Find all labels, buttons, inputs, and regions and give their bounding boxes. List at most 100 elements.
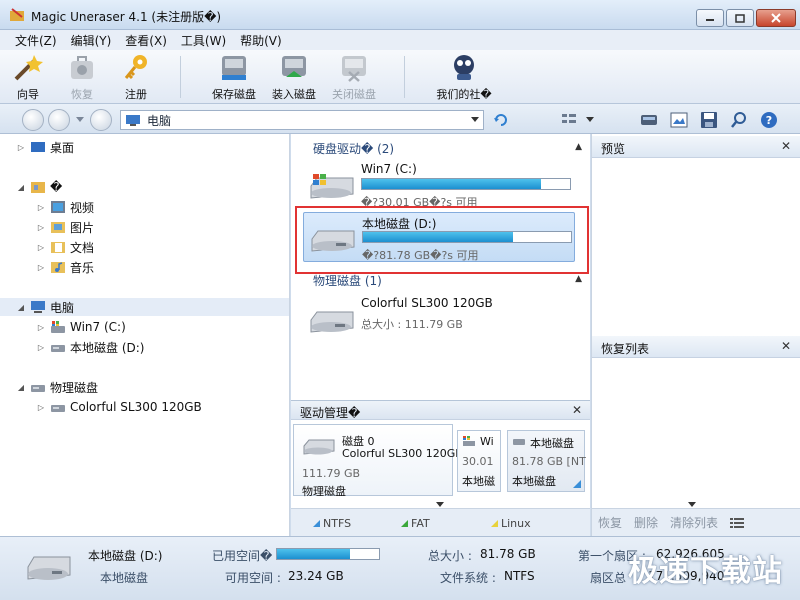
tree-item-computer[interactable]: ◢ 电脑 — [0, 298, 289, 316]
image-view-icon[interactable] — [670, 111, 688, 129]
collapse-arrow-icon[interactable]: ◢ — [16, 183, 26, 192]
history-dropdown-icon[interactable] — [76, 117, 84, 123]
tree-item-libraries[interactable]: ◢ � — [16, 178, 62, 196]
mount-disk-button[interactable]: 装入磁盘 — [266, 52, 322, 102]
view-options-icon[interactable] — [560, 111, 578, 129]
address-bar[interactable]: 电脑 — [120, 110, 484, 130]
menu-file[interactable]: 文件(Z) — [10, 32, 62, 49]
status-drive-name: 本地磁盘 (D:) — [88, 549, 163, 563]
desktop-icon — [31, 142, 45, 152]
save-disk-icon — [222, 56, 246, 80]
tree-item-colorful[interactable]: ▷ Colorful SL300 120GB — [36, 398, 202, 416]
close-disk-button[interactable]: 关闭磁盘 — [326, 52, 382, 102]
expand-arrow-icon[interactable]: ▷ — [36, 323, 46, 332]
up-button[interactable] — [90, 109, 112, 131]
folder-tree: ▷ 桌面 ◢ � ▷ 视频 ▷ 图片 ▷ 文档 ▷ 音乐 ◢ 电脑 ▷ Win7… — [0, 134, 290, 536]
status-sector-count-label: 扇区总 — [590, 571, 627, 585]
svg-text:?: ? — [766, 114, 772, 127]
mount-disk-icon — [282, 56, 306, 77]
filesystem-legend: NTFS FAT Linux — [291, 508, 590, 536]
physical-disk-item[interactable]: Colorful SL300 120GB 总大小 : 111.79 GB — [303, 294, 575, 344]
physical-disks-header[interactable]: 物理磁盘 (1) — [313, 272, 382, 289]
restore-icon — [71, 56, 93, 79]
delete-action-button[interactable]: 删除 — [634, 514, 658, 531]
tree-item-local-disk[interactable]: ▷ 本地磁盘 (D:) — [36, 338, 145, 356]
hard-drives-header[interactable]: 硬盘驱动� (2) — [313, 140, 394, 157]
tree-item-win7[interactable]: ▷ Win7 (C:) — [36, 318, 126, 336]
restore-action-button[interactable]: 恢复 — [598, 514, 622, 531]
expand-arrow-icon[interactable]: ▷ — [36, 263, 46, 272]
tree-label: Colorful SL300 120GB — [70, 400, 202, 414]
close-icon[interactable]: ✕ — [781, 139, 791, 153]
back-button[interactable] — [22, 109, 44, 131]
expand-arrow-icon[interactable]: ▷ — [36, 243, 46, 252]
menu-tools[interactable]: 工具(W) — [176, 32, 231, 49]
refresh-icon[interactable] — [492, 111, 510, 129]
list-options-icon[interactable] — [730, 517, 745, 529]
partition-card-c[interactable]: Wi 30.01 本地磁 — [457, 430, 501, 492]
save-disk-button[interactable]: 保存磁盘 — [206, 52, 262, 102]
collapse-arrow-icon[interactable]: ◢ — [16, 383, 26, 392]
drive-icon — [51, 345, 65, 352]
address-value: 电脑 — [147, 113, 172, 128]
disk-icon — [303, 439, 335, 455]
drive-info: 总大小 : 111.79 GB — [361, 318, 463, 331]
partition-label: 本地磁盘 — [512, 475, 556, 488]
expand-arrow-icon[interactable]: ▷ — [16, 143, 26, 152]
close-icon[interactable]: ✕ — [572, 403, 582, 417]
partition-size: 30.01 — [462, 455, 494, 468]
usage-fill — [362, 179, 541, 189]
tree-item-physical-disks[interactable]: ◢ 物理磁盘 — [16, 378, 98, 396]
tree-item-pictures[interactable]: ▷ 图片 — [36, 218, 94, 236]
toolbar-separator — [180, 56, 181, 98]
clear-list-button[interactable]: 清除列表 — [670, 514, 718, 531]
restore-button[interactable]: 恢复 — [62, 52, 102, 102]
collapse-caret-icon[interactable]: ▲ — [575, 274, 582, 284]
tree-item-music[interactable]: ▷ 音乐 — [36, 258, 94, 276]
maximize-button[interactable] — [726, 9, 754, 27]
expand-arrow-icon[interactable]: ▷ — [36, 223, 46, 232]
expand-arrow-icon[interactable]: ▷ — [36, 403, 46, 412]
minimize-button[interactable] — [696, 9, 724, 27]
menu-bar: 文件(Z) 编辑(Y) 查看(X) 工具(W) 帮助(V) — [0, 30, 800, 50]
address-dropdown-icon[interactable] — [471, 117, 479, 123]
expand-arrow-icon[interactable]: ▷ — [36, 203, 46, 212]
search-icon[interactable] — [730, 111, 748, 129]
key-icon — [124, 55, 147, 80]
register-button[interactable]: 注册 — [116, 52, 156, 102]
forward-button[interactable] — [48, 109, 70, 131]
menu-edit[interactable]: 编辑(Y) — [66, 32, 117, 49]
partition-card-d[interactable]: 本地磁盘 81.78 GB [NT 本地磁盘 — [507, 430, 586, 492]
close-icon[interactable]: ✕ — [781, 339, 791, 353]
right-panel: 预览 ✕ 恢复列表 ✕ 恢复 删除 清除列表 — [591, 134, 800, 536]
tree-item-videos[interactable]: ▷ 视频 — [36, 198, 94, 216]
scroll-down-icon[interactable] — [688, 502, 696, 507]
tree-label: Win7 (C:) — [70, 320, 126, 334]
community-button[interactable]: 我们的社� — [432, 52, 496, 102]
drive-name: Colorful SL300 120GB — [361, 296, 493, 310]
close-button[interactable] — [756, 9, 796, 27]
disk-card[interactable]: 磁盘 0 Colorful SL300 120GB 111.79 GB 物理磁盘 — [293, 424, 463, 498]
drive-icon — [513, 439, 525, 445]
corner-triangle-icon — [573, 480, 581, 488]
menu-help[interactable]: 帮助(V) — [235, 32, 287, 49]
maximize-icon — [735, 13, 745, 23]
scroll-down-icon[interactable] — [436, 502, 444, 507]
community-icon — [454, 55, 474, 80]
help-icon[interactable]: ? — [760, 111, 778, 129]
view-dropdown-icon[interactable] — [586, 117, 594, 123]
collapse-caret-icon[interactable]: ▲ — [575, 142, 582, 152]
save-icon[interactable] — [700, 111, 718, 129]
disk-model: Colorful SL300 120GB — [342, 447, 463, 460]
drive-view-icon[interactable] — [640, 111, 658, 129]
tree-item-desktop[interactable]: ▷ 桌面 — [16, 138, 74, 156]
expand-arrow-icon[interactable]: ▷ — [36, 343, 46, 352]
status-total-label: 总大小 : — [428, 549, 472, 563]
menu-view[interactable]: 查看(X) — [120, 32, 172, 49]
collapse-arrow-icon[interactable]: ◢ — [16, 303, 26, 312]
wizard-button[interactable]: 向导 — [8, 52, 48, 102]
window-title: Magic Uneraser 4.1 (未注册版�) — [31, 10, 222, 24]
preview-header: 预览 ✕ — [592, 136, 800, 158]
drive-item-c[interactable]: Win7 (C:) �?30.01 GB�?s 可用 — [303, 160, 575, 210]
tree-item-documents[interactable]: ▷ 文档 — [36, 238, 94, 256]
